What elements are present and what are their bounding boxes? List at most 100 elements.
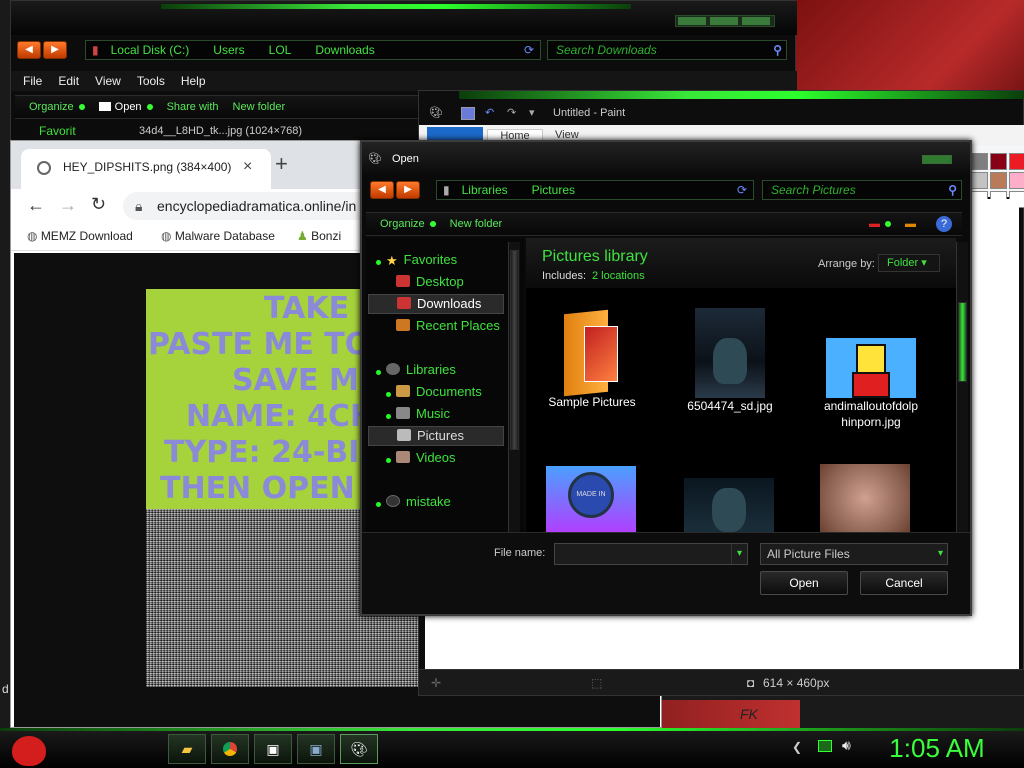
color-swatch[interactable] [1009,153,1024,170]
nav-desktop[interactable]: Desktop [396,274,464,289]
reload-icon[interactable]: ↻ [91,194,106,215]
file-item-made-in[interactable]: MADE IN [546,466,636,532]
nav-libraries[interactable]: Libraries [386,362,456,377]
paint-titlebar[interactable]: 🎨︎ ↶ ↷ ▾ Untitled - Paint [419,101,1024,125]
tray-arrow-icon[interactable]: ❮ [792,740,802,754]
scrollbar-thumb[interactable] [958,302,967,382]
explorer-nav-arrows[interactable]: ◀ ▶ [17,41,67,59]
nav-favorites[interactable]: ★ Favorites [386,252,457,268]
taskbar-paint[interactable]: 🎨︎ [340,734,378,764]
tab-close-icon[interactable]: × [243,149,252,185]
taskbar-clock[interactable]: 1:05 AM [872,733,1002,763]
file-item-photo[interactable] [820,464,910,532]
dialog-close-button[interactable] [922,155,952,164]
forward-icon[interactable]: ▶ [396,181,420,199]
color-swatch[interactable] [990,153,1007,170]
dialog-address-bar[interactable]: ▮ Libraries Pictures ⟳ [436,180,754,200]
cancel-button[interactable]: Cancel [860,571,948,595]
nav-documents[interactable]: Documents [396,384,482,399]
explorer-nav-partial[interactable]: Favorit [15,121,125,141]
desktop: FK ◀ ▶ ▮ Local Disk (C:) Users LOL Downlo… [0,0,1024,768]
back-icon[interactable]: ◀ [370,181,394,199]
undo-icon[interactable]: ↶ [485,101,494,125]
organize-button[interactable]: Organize [29,101,85,113]
taskbar-window-2[interactable]: ▣ [297,734,335,764]
nav-pictures[interactable]: Pictures [368,426,504,446]
explorer-titlebar[interactable] [11,1,797,35]
pictures-icon [397,429,411,441]
menu-tools[interactable]: Tools [137,74,165,88]
share-with-button[interactable]: Share with [167,101,219,113]
includes-locations-link[interactable]: 2 locations [592,270,645,282]
file-item-andimallout[interactable]: andimalloutofdolphinporn.jpg [806,308,936,430]
color-swatch[interactable] [971,172,988,189]
breadcrumb-item[interactable]: Users [213,41,244,59]
file-type-filter-dropdown[interactable]: All Picture Files ▾ [760,543,948,565]
explorer-file-row[interactable]: 34d4__L8HD_tk...jpg (1024×768) [131,121,421,141]
refresh-icon[interactable]: ⟳ [524,41,534,59]
preview-pane-icon[interactable]: ▬ [905,218,916,230]
help-icon[interactable]: ? [936,216,952,232]
nav-music[interactable]: Music [396,406,450,421]
save-icon[interactable] [461,107,475,120]
network-icon[interactable] [818,740,832,752]
bookmark-bonzi[interactable]: ♟ Bonzi [297,229,341,243]
file-item-sample-pictures[interactable]: Sample Pictures [532,308,652,410]
dialog-search-input[interactable]: Search Pictures ⚲ [762,180,962,200]
search-placeholder: Search Pictures [771,183,856,197]
quick-access-dropdown-icon[interactable]: ▾ [529,101,535,125]
color-swatch[interactable] [990,172,1007,189]
scrollbar-thumb[interactable] [510,250,519,450]
nav-videos[interactable]: Videos [396,450,456,465]
open-button[interactable]: Open [760,571,848,595]
explorer-search-input[interactable]: Search Downloads ⚲ [547,40,787,60]
file-item-movie-2[interactable] [684,478,774,532]
back-arrow-icon[interactable]: ← [27,195,45,216]
refresh-icon[interactable]: ⟳ [737,181,747,199]
nav-downloads[interactable]: Downloads [368,294,504,314]
new-tab-icon[interactable]: + [275,151,288,177]
dialog-nav-arrows[interactable]: ◀ ▶ [370,181,420,199]
menu-help[interactable]: Help [181,74,206,88]
nav-label: Recent Places [416,318,500,333]
taskbar-window-1[interactable]: ▣ [254,734,292,764]
dialog-titlebar[interactable]: 🎨︎ Open [362,142,970,176]
breadcrumb-item[interactable]: Libraries [462,181,508,199]
window-controls[interactable] [675,15,775,27]
bookmark-memz[interactable]: ◍ MEMZ Download [27,229,133,243]
breadcrumb-item[interactable]: Local Disk (C:) [111,41,190,59]
open-button[interactable]: Open [98,101,153,113]
start-button[interactable] [8,730,50,768]
new-folder-button[interactable]: New folder [450,218,503,230]
volume-icon[interactable]: 🔊︎ [842,737,851,754]
explorer-address-bar[interactable]: ▮ Local Disk (C:) Users LOL Downloads ⟳ [85,40,541,60]
color-swatch[interactable] [971,153,988,170]
chevron-down-icon[interactable]: ▾ [731,544,747,564]
redo-icon[interactable]: ↷ [507,101,516,125]
back-icon[interactable]: ◀ [17,41,41,59]
nav-pane-scrollbar[interactable] [508,242,520,532]
color-swatch[interactable] [1009,172,1024,189]
breadcrumb-item[interactable]: Downloads [315,41,374,59]
organize-button[interactable]: Organize [380,218,436,230]
taskbar-explorer[interactable]: ▰ [168,734,206,764]
menu-view[interactable]: View [95,74,121,88]
breadcrumb-item[interactable]: LOL [269,41,292,59]
change-view-icon[interactable]: ▬ [869,218,880,230]
forward-icon[interactable]: ▶ [43,41,67,59]
bookmark-malware-db[interactable]: ◍ Malware Database [161,229,275,243]
nav-mistake[interactable]: mistake [386,494,451,509]
file-item-6504474[interactable]: 6504474_sd.jpg [670,308,790,414]
new-folder-button[interactable]: New folder [233,101,286,113]
taskbar-chrome[interactable] [211,734,249,764]
file-name-input[interactable]: ▾ [554,543,748,565]
menu-edit[interactable]: Edit [58,74,79,88]
taskbar: ▰ ▣ ▣ 🎨︎ ❮ 🔊︎ 1:05 AM [0,728,1024,768]
chrome-tab[interactable]: HEY_DIPSHITS.png (384×400) × [21,149,271,189]
breadcrumb-item[interactable]: Pictures [532,181,575,199]
file-view-scrollbar[interactable] [956,242,968,532]
arrange-by-dropdown[interactable]: Folder ▾ [878,254,940,272]
forward-arrow-icon[interactable]: → [59,195,77,216]
nav-recent-places[interactable]: Recent Places [396,318,500,333]
menu-file[interactable]: File [23,74,42,88]
